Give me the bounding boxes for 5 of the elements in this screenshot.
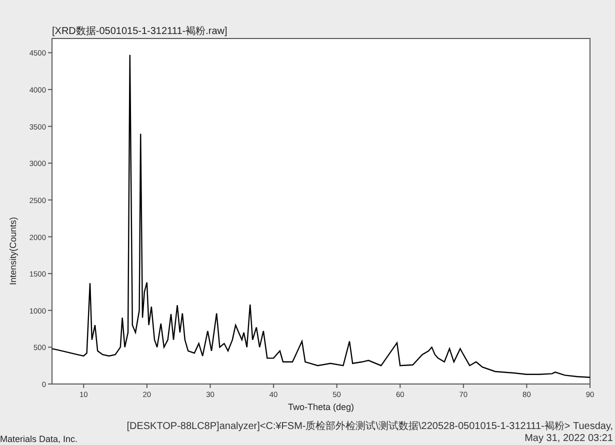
y-axis-label: Intensity(Counts) xyxy=(8,216,18,286)
file-path-footer: [DESKTOP-88LC8P]analyzer]<C:¥FSM-质检部外检测试\测试数据\220528-0501015-1-312111-褐粉> Tuesday, May 31, 2022 03:21 xyxy=(113,421,613,445)
company-name: Materials Data, Inc. xyxy=(0,434,78,445)
x-axis-label: Two-Theta (deg) xyxy=(288,402,354,412)
chart-title: [XRD数据-0501015-1-312111-褐粉.raw] xyxy=(52,26,228,38)
